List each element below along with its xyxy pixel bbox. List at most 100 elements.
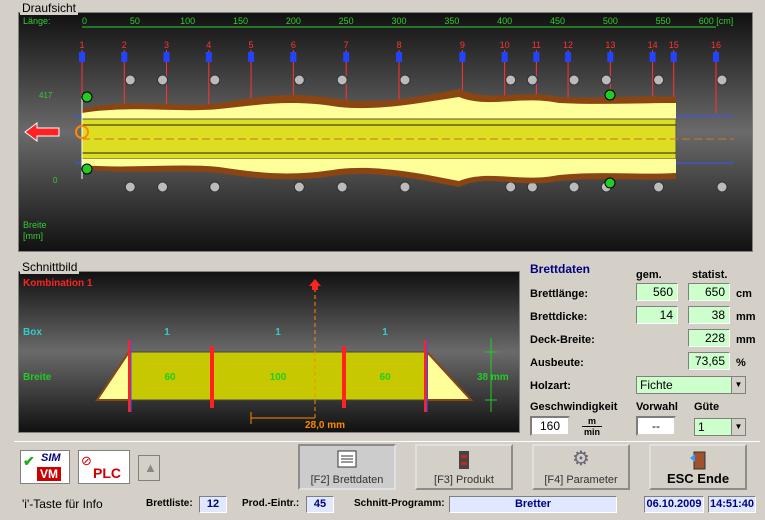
saw-block[interactable] (459, 52, 466, 62)
width-value-2: 100 (270, 372, 287, 383)
roller-bottom (293, 181, 305, 193)
top-view-canvas: 0 50 100 150 200 250 300 350 400 450 500 550 600 [cm… (19, 13, 752, 251)
speed-label: Geschwindigkeit (530, 401, 618, 413)
roller-bottom (716, 181, 728, 193)
saw-label: 12 (563, 40, 573, 50)
cut-view-canvas: Kombination 1 Box Breite 1 1 1 60 100 60… (19, 272, 519, 432)
saw-block[interactable] (343, 52, 350, 62)
esc-label: ESC Ende (666, 471, 730, 486)
time-display: 14:51:40 (708, 496, 756, 513)
saw-block[interactable] (713, 52, 719, 62)
saw-label: 1 (79, 40, 84, 50)
quality-select[interactable]: 1 ▼ (694, 418, 746, 436)
roller-top (505, 74, 517, 86)
cut-view-title: Schnittbild (20, 260, 80, 274)
info-hint: 'i'-Taste für Info (22, 497, 103, 511)
roller-bottom (336, 181, 348, 193)
ruler-tick-label: 450 (550, 16, 565, 26)
yield-label: Ausbeute: (530, 357, 584, 369)
saw-label: 7 (344, 40, 349, 50)
toolbar: ✔ SIM VM ⊘ PLC ▲ [F2] Brettdaten [F3] Pr… (14, 441, 760, 491)
saw-label: 4 (206, 40, 211, 50)
saw-label: 13 (605, 40, 615, 50)
roller-top (526, 74, 538, 86)
board-data-title: Brettdaten (530, 262, 591, 276)
roller-top (209, 74, 221, 86)
ruler-tick-label: 300 (391, 16, 406, 26)
combination-label: Kombination 1 (23, 278, 93, 289)
check-icon: ✔ (23, 453, 35, 469)
f2-board-data-button[interactable]: [F2] Brettdaten (298, 444, 396, 490)
ruler-tick-label: 50 (130, 16, 140, 26)
roller-top (399, 74, 411, 86)
ruler-tick-label: 0 (82, 16, 87, 26)
box-value-1: 1 (164, 327, 170, 338)
prod-entries-label: Prod.-Eintr.: (242, 498, 300, 509)
ruler-tick-label: 550 (656, 16, 671, 26)
saw-label: 9 (460, 40, 465, 50)
roller-top (293, 74, 305, 86)
exit-door-icon (688, 450, 708, 473)
board-list-value: 12 (199, 496, 227, 513)
sim-vm-toggle[interactable]: ✔ SIM VM (20, 450, 70, 484)
saw-label: 2 (122, 40, 127, 50)
chevron-down-icon[interactable]: ▼ (731, 419, 745, 435)
roller-top (568, 74, 580, 86)
board-thickness-unit: mm (736, 311, 756, 323)
ruler-tick-label: 100 (180, 16, 195, 26)
bell-button[interactable]: ▲ (138, 455, 160, 481)
saw-block[interactable] (670, 52, 677, 62)
product-icon (457, 450, 471, 473)
saw-label: 8 (396, 40, 401, 50)
saw-block[interactable] (79, 52, 85, 62)
date-display: 06.10.2009 (644, 496, 704, 513)
wood-type-label: Holzart: (530, 380, 571, 392)
wood-type-value: Fichte (640, 378, 673, 392)
esc-exit-button[interactable]: ESC Ende (649, 444, 747, 490)
board-data-panel: Brettdaten gem. statist. Brettlänge: 560… (524, 262, 760, 438)
saw-block[interactable] (396, 52, 402, 62)
prod-entries-value: 45 (306, 496, 334, 513)
sim-label: SIM (41, 452, 61, 464)
saw-block[interactable] (565, 52, 572, 62)
roller-bottom (526, 181, 538, 193)
width-value-1: 60 (164, 372, 176, 383)
plc-label: PLC (93, 465, 121, 481)
col-measured-header: gem. (636, 269, 662, 281)
roller-top (336, 74, 348, 86)
preselect-value: -- (636, 416, 676, 436)
saw-block[interactable] (607, 52, 614, 62)
saw-block[interactable] (290, 52, 297, 62)
saw-block[interactable] (501, 52, 508, 62)
f4-label: [F4] Parameter (544, 474, 618, 486)
f3-product-button[interactable]: [F3] Produkt (415, 444, 513, 490)
ruler-tick-label: 150 (233, 16, 248, 26)
board-length-stat: 650 (688, 283, 730, 301)
bell-icon: ▲ (144, 460, 157, 475)
width-label-2: [mm] (23, 231, 43, 241)
f4-parameter-button[interactable]: ⚙ [F4] Parameter (532, 444, 630, 490)
chevron-down-icon[interactable]: ▼ (731, 377, 745, 393)
deck-width-unit: mm (736, 334, 756, 346)
yield-unit: % (736, 357, 746, 369)
f2-label: [F2] Brettdaten (310, 474, 384, 486)
saw-label: 3 (164, 40, 169, 50)
gear-icon: ⚙ (572, 448, 590, 470)
board-length-label: Brettlänge: (530, 288, 589, 300)
saw-block[interactable] (205, 52, 212, 62)
width-value-3: 60 (379, 372, 391, 383)
plc-toggle[interactable]: ⊘ PLC (78, 450, 130, 484)
f3-label: [F3] Produkt (434, 474, 494, 486)
yield-stat: 73,65 (688, 352, 730, 370)
saw-block[interactable] (533, 52, 540, 62)
saw-block[interactable] (649, 52, 656, 62)
roller-bottom (209, 181, 221, 193)
board-thickness-measured: 14 (636, 306, 678, 324)
roller-top (600, 74, 612, 86)
roller-bottom (505, 181, 517, 193)
saw-block[interactable] (163, 52, 170, 62)
saw-block[interactable] (248, 52, 255, 62)
ruler-tick-label: 350 (444, 16, 459, 26)
saw-block[interactable] (121, 52, 128, 62)
wood-type-select[interactable]: Fichte ▼ (636, 376, 746, 394)
